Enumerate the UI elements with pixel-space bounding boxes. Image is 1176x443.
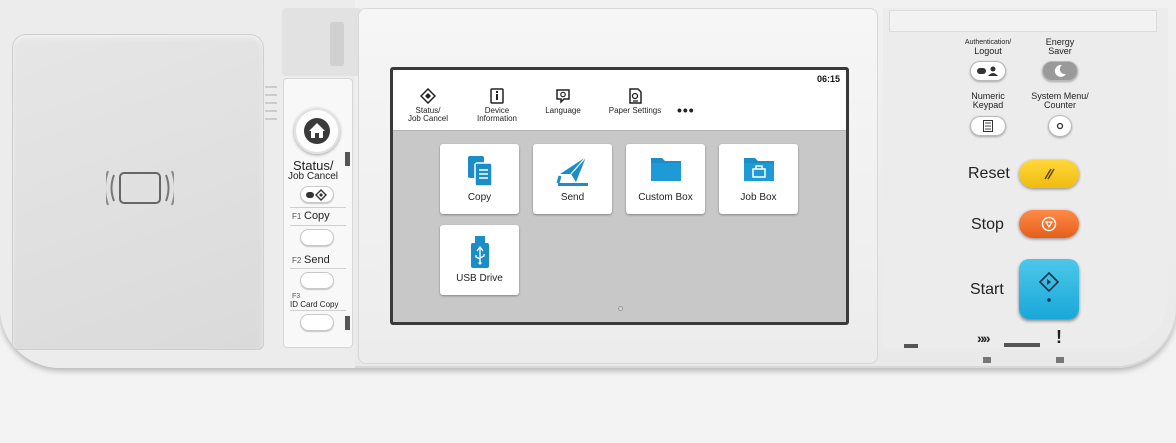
touchscreen: 06:15 Status/ Job Cancel Device Informat…	[390, 67, 849, 325]
tile-copy-label: Copy	[467, 192, 492, 203]
home-button[interactable]	[294, 108, 340, 154]
language-icon	[556, 89, 570, 104]
topbar-device-information[interactable]: Device Information	[469, 88, 525, 123]
system-menu-counter-button[interactable]	[1048, 115, 1072, 137]
led-small-1	[983, 357, 991, 363]
start-button[interactable]	[1019, 259, 1079, 319]
tile-custom-box-label: Custom Box	[638, 192, 693, 203]
paper-settings-icon	[629, 88, 642, 104]
numeric-label-line2: Keypad	[972, 100, 1004, 110]
indicator-bar-left	[904, 344, 918, 348]
auth-label-line1: Authentication/	[964, 39, 1012, 46]
f1-copy-button[interactable]	[300, 229, 334, 246]
f3-number: F3	[292, 293, 301, 300]
clock: 06:15	[816, 74, 840, 84]
reset-label: Reset	[968, 165, 1010, 182]
folder-icon	[650, 158, 681, 181]
topbar-status-job-cancel[interactable]: Status/ Job Cancel	[403, 88, 453, 123]
authentication-logout-button[interactable]	[970, 61, 1006, 81]
tile-usb-drive[interactable]: USB Drive	[440, 225, 519, 295]
sysmenu-label-line2: Counter	[1043, 100, 1077, 110]
sysmenu-label: System Menu/ Counter	[1026, 92, 1094, 110]
topbar-status-line2: Job Cancel	[407, 114, 449, 123]
topbar-paper-label: Paper Settings	[608, 106, 662, 115]
stop-label: Stop	[971, 216, 1004, 233]
f2-send-button[interactable]	[300, 272, 334, 289]
auth-label-line2: Logout	[974, 46, 1002, 56]
page-indicator	[618, 306, 623, 311]
tile-copy[interactable]: Copy	[440, 144, 519, 214]
topbar-language[interactable]: Language	[541, 88, 585, 115]
tile-job-box[interactable]: Job Box	[719, 144, 798, 214]
tile-send[interactable]: Send	[533, 144, 612, 214]
auth-label: Authentication/ Logout	[955, 38, 1021, 57]
numeric-keypad-button[interactable]	[970, 116, 1006, 136]
f1-number: F1	[292, 212, 302, 221]
side-markings	[265, 86, 277, 126]
topbar-paper-settings[interactable]: Paper Settings	[603, 88, 667, 115]
usb-drive-icon	[470, 236, 489, 268]
status-job-cancel-button[interactable]	[300, 186, 334, 203]
f1-label: Copy	[304, 210, 330, 222]
attention-indicator-icon: !	[1056, 327, 1062, 347]
f3-id-card-copy-button[interactable]	[300, 314, 334, 331]
divider	[290, 207, 346, 208]
topbar-language-label: Language	[545, 106, 581, 115]
energy-label: Energy Saver	[1032, 38, 1088, 56]
home-icon	[304, 118, 330, 144]
screen-top-bar: 06:15 Status/ Job Cancel Device Informat…	[393, 70, 846, 131]
card-reader-icon	[104, 163, 176, 213]
start-label: Start	[970, 281, 1004, 298]
send-icon	[556, 156, 588, 186]
reset-slash-icon	[1044, 168, 1055, 180]
topbar-device-line2: Information	[476, 114, 518, 123]
stop-button[interactable]	[1019, 210, 1079, 238]
divider	[290, 268, 346, 269]
moon-icon	[1054, 64, 1066, 77]
status-led	[345, 152, 350, 166]
tile-send-label: Send	[560, 192, 585, 203]
f2-label: Send	[304, 254, 330, 266]
reset-button[interactable]	[1019, 160, 1079, 188]
f3-led	[345, 316, 350, 330]
processing-led	[1004, 343, 1040, 347]
divider	[290, 310, 346, 311]
f3-label: ID Card Copy	[290, 300, 339, 309]
status-diamond-icon	[420, 88, 436, 104]
status-key-label-line2: Job Cancel	[288, 171, 339, 182]
right-top-strip	[889, 10, 1157, 32]
device-info-icon	[490, 88, 504, 104]
processing-indicator-icon: »»	[977, 330, 991, 346]
numeric-label: Numeric Keypad	[958, 92, 1018, 110]
led-small-2	[1056, 357, 1064, 363]
tile-job-box-label: Job Box	[740, 192, 777, 203]
hinge	[282, 8, 362, 76]
dot-icon	[1056, 122, 1064, 130]
energy-label-line2: Saver	[1048, 46, 1072, 56]
tile-usb-drive-label: USB Drive	[456, 273, 503, 284]
f2-number: F2	[292, 256, 302, 265]
job-box-icon	[743, 158, 774, 181]
copy-icon	[467, 156, 493, 187]
divider	[290, 225, 346, 226]
more-menu-icon[interactable]: •••	[677, 102, 695, 118]
energy-saver-button[interactable]	[1042, 61, 1078, 81]
stop-icon	[1041, 216, 1057, 232]
keypad-icon	[983, 120, 993, 132]
start-diamond-icon	[1038, 271, 1060, 302]
user-login-icon	[977, 66, 998, 76]
status-diamond-icon	[306, 188, 327, 201]
tile-custom-box[interactable]: Custom Box	[626, 144, 705, 214]
